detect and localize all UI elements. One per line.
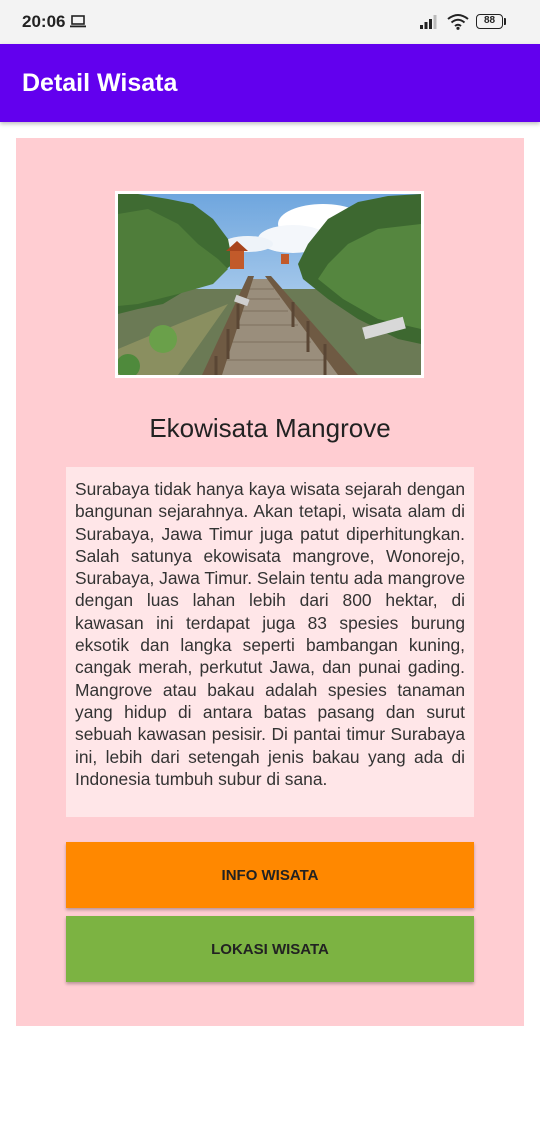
status-time: 20:06 <box>22 12 66 31</box>
laptop-icon <box>70 15 86 33</box>
lokasi-wisata-button[interactable]: LOKASI WISATA <box>66 916 474 982</box>
place-title: Ekowisata Mangrove <box>149 413 391 443</box>
status-bar: 20:06 88 <box>0 0 540 44</box>
mangrove-photo-illustration <box>118 194 421 375</box>
signal-icon <box>420 14 440 34</box>
battery-icon: 88 <box>476 14 503 29</box>
description-text: Surabaya tidak hanya kaya wisata sejarah… <box>75 479 465 789</box>
mangrove-photo <box>115 191 424 378</box>
detail-card: Ekowisata Mangrove Surabaya tidak hanya … <box>16 138 524 1026</box>
info-wisata-button[interactable]: INFO WISATA <box>66 842 474 908</box>
battery-tip <box>504 18 506 25</box>
page-title: Detail Wisata <box>22 69 178 97</box>
description-box: Surabaya tidak hanya kaya wisata sejarah… <box>66 467 474 817</box>
wifi-icon <box>447 13 469 35</box>
app-bar: Detail Wisata <box>0 44 540 122</box>
